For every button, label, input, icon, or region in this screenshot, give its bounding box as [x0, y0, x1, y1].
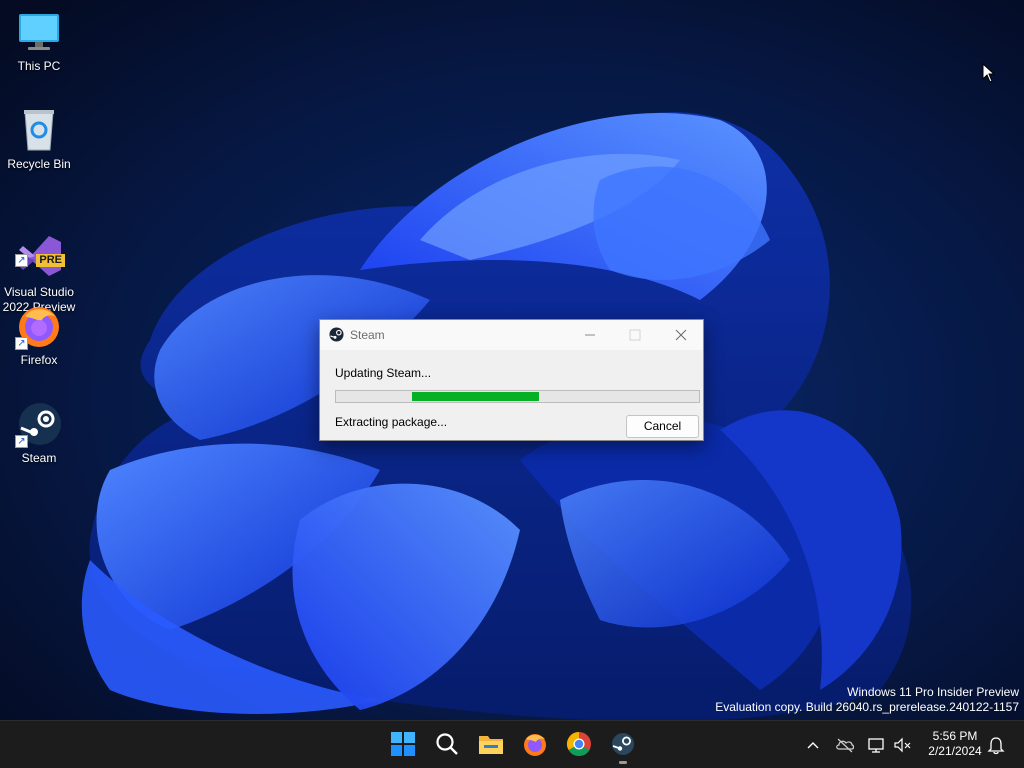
visual-studio-icon: PRE ↗	[15, 219, 65, 276]
network-icon[interactable]	[867, 735, 887, 755]
taskbar-clock[interactable]: 5:56 PM 2/21/2024	[918, 729, 992, 759]
progress-bar	[335, 390, 700, 403]
steam-update-dialog: Steam Updating Steam... Extracting packa…	[319, 319, 704, 441]
firefox-icon	[524, 734, 546, 756]
shortcut-arrow-icon: ↗	[15, 254, 28, 267]
shortcut-arrow-icon: ↗	[15, 337, 28, 350]
clock-time: 5:56 PM	[932, 729, 978, 743]
firefox-icon: ↗	[15, 302, 63, 350]
file-explorer-icon	[479, 736, 503, 754]
file-explorer-button[interactable]	[478, 731, 504, 757]
preview-badge: PRE	[36, 254, 65, 267]
shortcut-arrow-icon: ↗	[15, 435, 28, 448]
steam-icon	[329, 327, 344, 342]
desktop-icon-label: This PC	[17, 59, 61, 73]
running-indicator	[619, 761, 627, 764]
close-icon	[675, 329, 687, 341]
chrome-icon	[566, 732, 591, 757]
minimize-button[interactable]	[567, 320, 612, 350]
search-icon	[436, 733, 458, 755]
onedrive-icon[interactable]	[835, 735, 855, 755]
desktop-icon-firefox[interactable]: ↗ Firefox	[0, 302, 78, 368]
volume-muted-icon[interactable]	[893, 735, 913, 755]
steam-icon	[612, 733, 634, 755]
desktop-icon-label: Recycle Bin	[7, 157, 71, 171]
desktop-icon-steam[interactable]: ↗ Steam	[0, 400, 78, 466]
desktop-icon-this-pc[interactable]: This PC	[0, 8, 78, 74]
close-button[interactable]	[658, 320, 703, 350]
maximize-icon	[629, 329, 641, 341]
update-substatus-text: Extracting package...	[335, 415, 448, 429]
progress-bar-fill	[412, 392, 539, 401]
desktop-icon-label: Steam	[21, 451, 57, 465]
dialog-titlebar[interactable]: Steam	[320, 320, 703, 350]
minimize-icon	[585, 334, 595, 336]
update-status-text: Updating Steam...	[335, 366, 432, 380]
recycle-bin-icon	[15, 106, 63, 154]
start-button[interactable]	[390, 731, 416, 757]
search-button[interactable]	[434, 731, 460, 757]
watermark-edition: Windows 11 Pro Insider Preview	[847, 685, 1019, 699]
desktop-icon-label: Firefox	[20, 353, 58, 367]
taskbar: 5:56 PM 2/21/2024	[0, 720, 1024, 768]
mouse-cursor-icon	[982, 63, 996, 83]
chrome-button[interactable]	[566, 731, 592, 757]
cancel-button[interactable]: Cancel	[626, 415, 699, 438]
start-icon	[391, 732, 415, 756]
firefox-button[interactable]	[522, 731, 548, 757]
steam-icon: ↗	[15, 400, 63, 448]
chevron-up-icon[interactable]	[806, 735, 820, 755]
clock-date: 2/21/2024	[928, 744, 982, 758]
bell-icon[interactable]	[987, 735, 1005, 755]
evaluation-watermark: Windows 11 Pro Insider Preview Evaluatio…	[715, 685, 1019, 715]
desktop-icon-recycle-bin[interactable]: Recycle Bin	[0, 106, 78, 172]
maximize-button	[612, 320, 657, 350]
dialog-title: Steam	[350, 328, 385, 342]
watermark-build: Evaluation copy. Build 26040.rs_prerelea…	[715, 700, 1019, 714]
computer-icon	[15, 8, 63, 56]
steam-button[interactable]	[610, 731, 636, 764]
